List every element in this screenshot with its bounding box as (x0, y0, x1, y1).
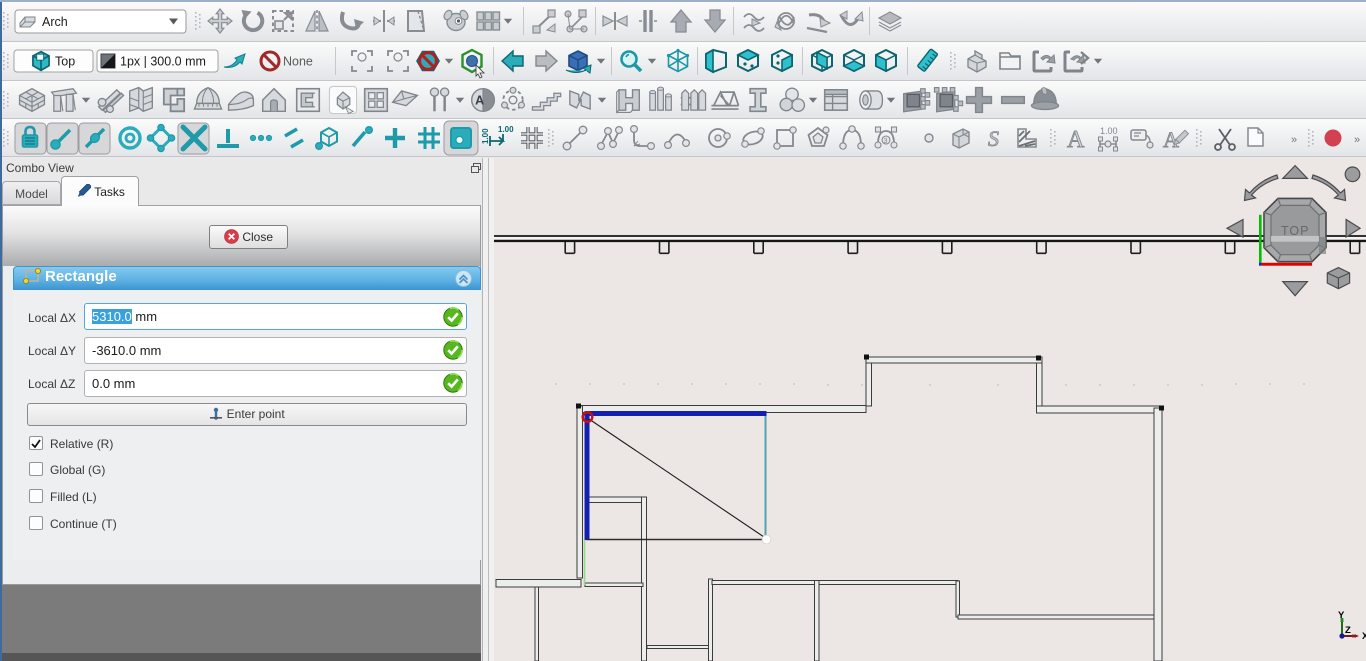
svg-text:None: None (283, 55, 313, 69)
svg-text:1.00: 1.00 (481, 128, 490, 144)
svg-text:1.00: 1.00 (1100, 126, 1118, 136)
svg-text:S: S (988, 126, 999, 151)
svg-text:Y: Y (1338, 610, 1345, 621)
svg-text:A: A (475, 94, 484, 108)
svg-text:1px | 300.0 mm: 1px | 300.0 mm (120, 55, 206, 69)
svg-text:Z: Z (1345, 625, 1351, 636)
svg-text:TOP: TOP (1281, 224, 1309, 238)
svg-text:A: A (1067, 127, 1085, 153)
svg-text:1.00: 1.00 (498, 125, 514, 134)
svg-text:Arch: Arch (42, 15, 68, 29)
svg-text:3: 3 (884, 138, 888, 145)
svg-text:X: X (1362, 631, 1366, 642)
svg-text:»: » (1354, 134, 1360, 146)
svg-text:»: » (1291, 134, 1297, 146)
svg-text:Top: Top (55, 55, 75, 69)
